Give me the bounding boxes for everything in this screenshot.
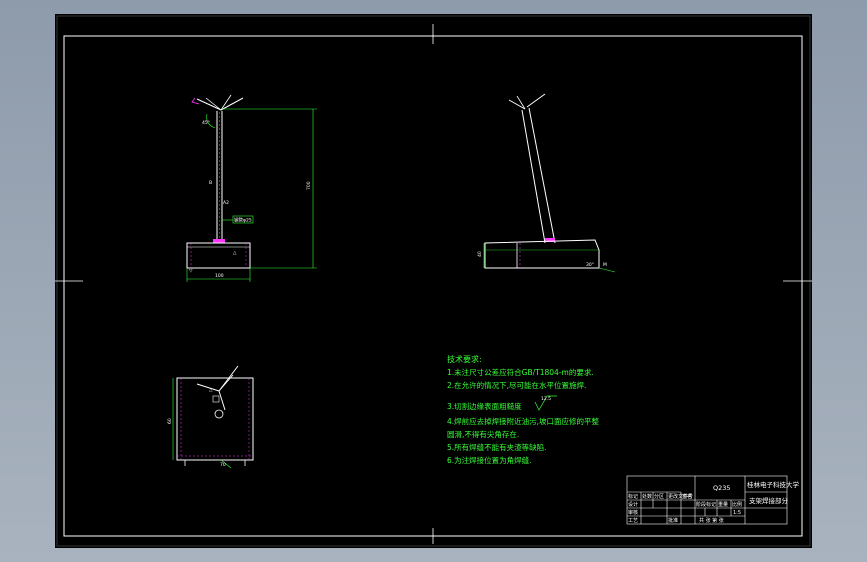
svg-text:A2: A2 — [223, 200, 229, 206]
roughness-value: 12.5 — [541, 396, 551, 402]
svg-text:30°: 30° — [586, 262, 594, 268]
svg-text:B: B — [209, 180, 212, 186]
svg-text:比例: 比例 — [732, 501, 742, 508]
tech-item-5: 5.所有焊缝不能有夹渣等缺陷. — [447, 442, 547, 452]
tech-item-4b: 圆滑,不得有尖角存在. — [447, 429, 519, 439]
svg-text:阶段标记: 阶段标记 — [696, 501, 716, 508]
title-block-text: Q235 桂林电子科技大学 支架焊接部分 标记 处数 分区 更改文件号 签名 设… — [628, 480, 800, 524]
drawing-canvas[interactable]: 45° 700 100 钢管φ25 B A2 △ ▽ 40 30° M △ 60… — [55, 14, 812, 548]
side-height-dim: 40 — [477, 251, 483, 257]
svg-text:设计: 设计 — [628, 501, 638, 508]
tube-label: 钢管φ25 — [234, 217, 252, 224]
svg-text:重量: 重量 — [718, 501, 728, 508]
drawing-sheet: 45° 700 100 钢管φ25 B A2 △ ▽ 40 30° M △ 60… — [55, 14, 812, 548]
sheet-label: 共 张 第 张 — [699, 517, 724, 524]
technical-requirements: 技术要求: 1.未注尺寸公差应符合GB/T1804-m的要求. 2.在允许的情况… — [447, 354, 600, 465]
drawing-name: 支架焊接部分 — [749, 496, 789, 505]
top-view[interactable]: △ 60 70 — [167, 365, 254, 469]
front-height-dim: 700 — [306, 181, 312, 190]
svg-text:△: △ — [233, 251, 237, 256]
svg-text:工艺: 工艺 — [628, 518, 638, 524]
weld-mark — [213, 239, 225, 243]
tech-item-6: 6.为注焊接位置为角焊缝. — [447, 455, 532, 465]
top-side-dim: 60 — [167, 418, 173, 424]
tech-heading: 技术要求: — [447, 354, 482, 364]
svg-text:标记: 标记 — [628, 493, 638, 500]
svg-text:签名: 签名 — [682, 493, 692, 500]
front-view[interactable]: 45° 700 100 钢管φ25 B A2 △ ▽ — [186, 94, 317, 282]
tech-item-2: 2.在允许的情况下,尽可能在水平位置施焊. — [447, 380, 586, 390]
scale-value: 1:5 — [733, 510, 741, 516]
material-value: Q235 — [713, 484, 731, 492]
inner-frame — [63, 35, 803, 537]
svg-text:审核: 审核 — [628, 509, 638, 516]
front-angle-label: 45° — [202, 120, 210, 126]
school-name: 桂林电子科技大学 — [747, 480, 800, 489]
cad-viewport[interactable]: 45° 700 100 钢管φ25 B A2 △ ▽ 40 30° M △ 60… — [0, 0, 867, 562]
svg-text:批准: 批准 — [668, 517, 678, 524]
svg-text:M: M — [603, 262, 607, 268]
svg-text:△: △ — [209, 388, 213, 393]
svg-text:处数: 处数 — [642, 493, 652, 500]
tech-item-1: 1.未注尺寸公差应符合GB/T1804-m的要求. — [447, 367, 594, 377]
svg-text:70: 70 — [220, 462, 226, 468]
outer-frame — [56, 15, 811, 547]
tech-item-4: 4.焊前应去掉焊接附近油污,坡口面应修的平整 — [447, 416, 600, 426]
svg-text:分区: 分区 — [654, 493, 664, 500]
side-view[interactable]: 40 30° M — [477, 93, 616, 273]
front-base-dim: 100 — [215, 273, 224, 279]
svg-text:▽: ▽ — [189, 269, 193, 274]
tech-item-3: 3.切割边缘表面粗糙度 — [447, 401, 522, 411]
